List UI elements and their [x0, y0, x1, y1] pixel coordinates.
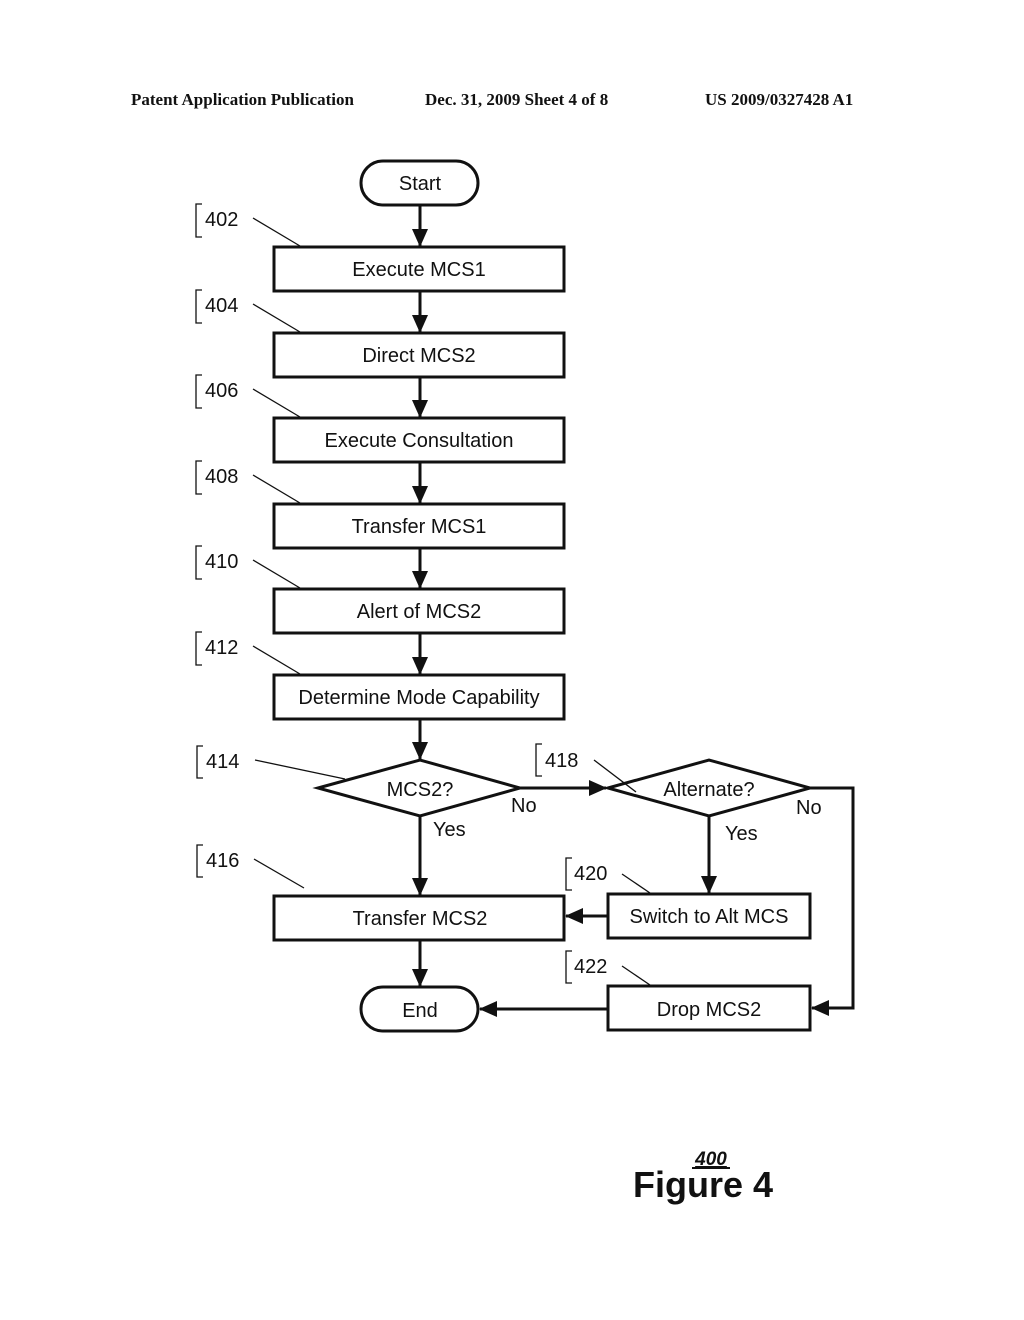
ref-bracket-412	[195, 631, 202, 666]
label-414: MCS2?	[387, 779, 454, 801]
label-404: Direct MCS2	[362, 345, 475, 367]
flowchart: Start Execute MCS1 Direct MCS2 Execute C…	[195, 159, 855, 1205]
ref-bracket-414	[196, 745, 203, 779]
ref-bracket-404	[195, 289, 202, 324]
label-418: Alternate?	[663, 779, 754, 801]
ref-404: 404	[205, 295, 238, 317]
ref-bracket-402	[195, 203, 202, 238]
leader-414	[254, 759, 346, 780]
ref-414: 414	[206, 751, 239, 773]
label-422: Drop MCS2	[657, 999, 761, 1021]
edge-label-418-no: No	[796, 797, 822, 819]
arrow-418-no-422	[810, 786, 855, 1016]
leader-412	[252, 645, 301, 675]
ref-bracket-418	[535, 743, 542, 777]
ref-402: 402	[205, 209, 238, 231]
label-410: Alert of MCS2	[357, 601, 481, 623]
ref-bracket-406	[195, 374, 202, 409]
ref-418: 418	[545, 750, 578, 772]
ref-420: 420	[574, 863, 607, 885]
label-406: Execute Consultation	[324, 430, 513, 452]
ref-408: 408	[205, 466, 238, 488]
ref-412: 412	[205, 637, 238, 659]
label-408: Transfer MCS1	[352, 516, 487, 538]
leader-406	[252, 388, 301, 418]
start-label: Start	[399, 173, 442, 195]
leader-410	[252, 559, 301, 589]
leader-422	[621, 965, 651, 986]
ref-bracket-410	[195, 545, 202, 580]
label-416: Transfer MCS2	[353, 908, 488, 930]
label-420: Switch to Alt MCS	[630, 906, 789, 928]
edge-label-418-yes: Yes	[725, 823, 758, 845]
ref-bracket-408	[195, 460, 202, 495]
ref-422: 422	[574, 956, 607, 978]
leader-420	[621, 873, 651, 894]
ref-bracket-416	[196, 844, 203, 878]
leader-408	[252, 474, 301, 504]
edge-label-414-no: No	[511, 795, 537, 817]
label-412: Determine Mode Capability	[298, 687, 539, 709]
end-label: End	[402, 1000, 438, 1022]
ref-bracket-420	[565, 857, 572, 891]
label-402: Execute MCS1	[352, 259, 485, 281]
leader-402	[252, 217, 301, 247]
ref-bracket-422	[565, 950, 572, 984]
figure-title: Figure 4	[633, 1164, 773, 1205]
leader-404	[252, 303, 301, 333]
ref-416: 416	[206, 850, 239, 872]
edge-label-414-yes: Yes	[433, 819, 466, 841]
ref-406: 406	[205, 380, 238, 402]
ref-410: 410	[205, 551, 238, 573]
leader-416	[253, 858, 305, 889]
